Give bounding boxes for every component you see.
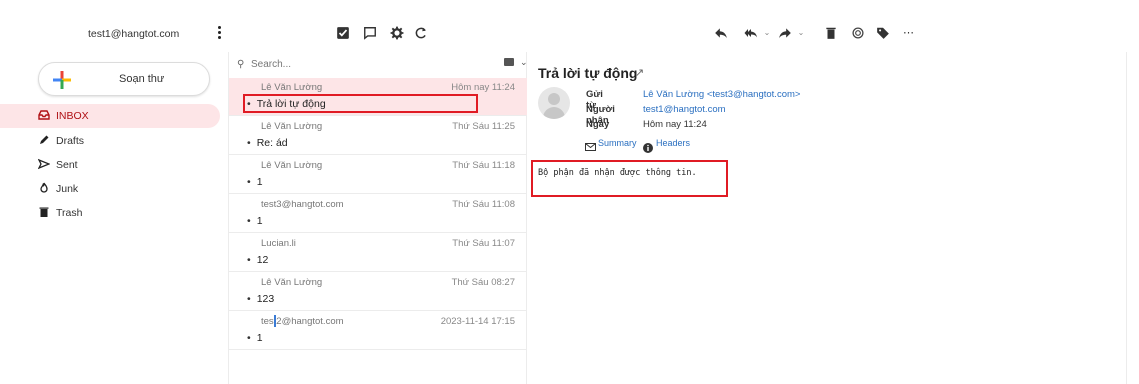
mail-envelope-icon[interactable] [504, 58, 514, 66]
message-date: Thứ Sáu 11:18 [452, 160, 515, 171]
scrollbar[interactable] [1126, 52, 1127, 384]
send-icon [38, 158, 50, 170]
account-email: test1@hangtot.com [88, 28, 180, 40]
pencil-icon [40, 135, 49, 144]
avatar [538, 87, 570, 119]
message-date: 2023-11-14 17:15 [440, 316, 515, 327]
highlight-box [531, 160, 728, 197]
message-subject: 1 [247, 332, 263, 344]
search-icon: ⚲ [237, 59, 245, 70]
message-subject: Re: ád [247, 137, 288, 149]
message-subject: 123 [247, 293, 275, 305]
folder-label: Trash [56, 207, 83, 219]
message-subject: 12 [247, 254, 269, 266]
trash-icon [39, 207, 49, 217]
reply-all-icon[interactable] [744, 26, 758, 40]
message-from: Lucian.li [261, 238, 296, 249]
to-value[interactable]: test1@hangtot.com [643, 104, 726, 115]
threads-icon[interactable] [363, 26, 377, 40]
info-icon [643, 143, 653, 153]
message-date: Thứ Sáu 11:07 [452, 238, 515, 249]
folder-inbox[interactable]: INBOX [0, 104, 220, 128]
list-item[interactable]: Lê Văn Lường Thứ Sáu 11:25 Re: ád [229, 117, 527, 155]
message-body: Bộ phận đã nhận được thông tin. [538, 168, 697, 178]
message-preview: Trả lời tự động ↗ Gửi từ Lê Văn Lường <t… [528, 52, 1126, 384]
mail-app: test1@hangtot.com Soạn thư INBOX Drafts … [0, 0, 1139, 384]
forward-icon[interactable] [778, 26, 792, 40]
list-item[interactable]: Lê Văn Lường Thứ Sáu 11:18 1 [229, 156, 527, 194]
folder-label: Drafts [56, 135, 85, 147]
message-list: ⚲ Search... ⌄ Lê Văn Lường Hôm nay 11:24… [228, 52, 528, 384]
inbox-icon [38, 110, 50, 120]
message-from: Lê Văn Lường [261, 160, 323, 171]
folder-label: INBOX [56, 110, 89, 122]
reply-icon[interactable] [714, 26, 728, 40]
sidebar: test1@hangtot.com Soạn thư INBOX Drafts … [0, 0, 228, 384]
list-item[interactable]: test2@hangtot.com 2023-11-14 17:15 1 [229, 312, 527, 350]
search-input[interactable]: Search... [251, 59, 291, 70]
message-title: Trả lời tự động [538, 65, 638, 81]
fire-icon [40, 182, 48, 193]
mark-icon[interactable] [851, 26, 865, 40]
message-subject: 1 [247, 215, 263, 227]
envelope-icon [585, 143, 596, 151]
list-item[interactable]: Lê Văn Lường Hôm nay 11:24 Trả lời tự độ… [229, 78, 527, 116]
folder-drafts[interactable]: Drafts [0, 129, 220, 153]
message-date: Hôm nay 11:24 [451, 82, 515, 93]
message-date: Thứ Sáu 11:25 [452, 121, 515, 132]
list-item[interactable]: Lê Văn Lường Thứ Sáu 08:27 123 [229, 273, 527, 311]
tag-icon[interactable] [876, 26, 890, 40]
plus-icon [53, 71, 71, 89]
message-date: Thứ Sáu 11:08 [452, 199, 515, 210]
message-from: test3@hangtot.com [261, 199, 344, 210]
account-header: test1@hangtot.com [0, 22, 228, 46]
message-subject: 1 [247, 176, 263, 188]
compose-button[interactable]: Soạn thư [38, 62, 210, 96]
folder-label: Sent [56, 159, 78, 171]
refresh-icon[interactable] [414, 26, 428, 40]
message-from: Lê Văn Lường [261, 277, 323, 288]
tab-summary[interactable]: Summary [598, 138, 637, 148]
tab-headers[interactable]: Headers [656, 138, 690, 148]
message-from: Lê Văn Lường [261, 82, 323, 93]
message-date: Thứ Sáu 08:27 [451, 277, 515, 288]
chevron-down-icon[interactable]: ⌄ [520, 57, 528, 68]
folder-junk[interactable]: Junk [0, 177, 220, 201]
text-cursor [274, 315, 276, 327]
external-link-icon[interactable]: ↗ [635, 66, 644, 79]
delete-icon[interactable] [824, 26, 838, 40]
list-item[interactable]: Lucian.li Thứ Sáu 11:07 12 [229, 234, 527, 272]
folder-label: Junk [56, 183, 79, 195]
reply-all-dropdown-icon[interactable]: ⌄ [760, 26, 774, 40]
date-value: Hôm nay 11:24 [643, 119, 707, 130]
select-icon[interactable] [336, 26, 350, 40]
folder-trash[interactable]: Trash [0, 201, 220, 225]
highlight-box [243, 94, 478, 113]
search-bar[interactable]: ⚲ Search... ⌄ [237, 57, 528, 74]
list-item[interactable]: test3@hangtot.com Thứ Sáu 11:08 1 [229, 195, 527, 233]
compose-label: Soạn thư [119, 73, 165, 85]
more-icon[interactable]: ⋯ [902, 26, 916, 40]
from-value[interactable]: Lê Văn Lường <test3@hangtot.com> [643, 89, 800, 100]
forward-dropdown-icon[interactable]: ⌄ [794, 26, 808, 40]
date-label: Ngày [586, 119, 610, 130]
account-menu-icon[interactable] [218, 26, 222, 42]
message-from: Lê Văn Lường [261, 121, 323, 132]
folder-sent[interactable]: Sent [0, 153, 220, 177]
settings-icon[interactable] [390, 26, 404, 40]
